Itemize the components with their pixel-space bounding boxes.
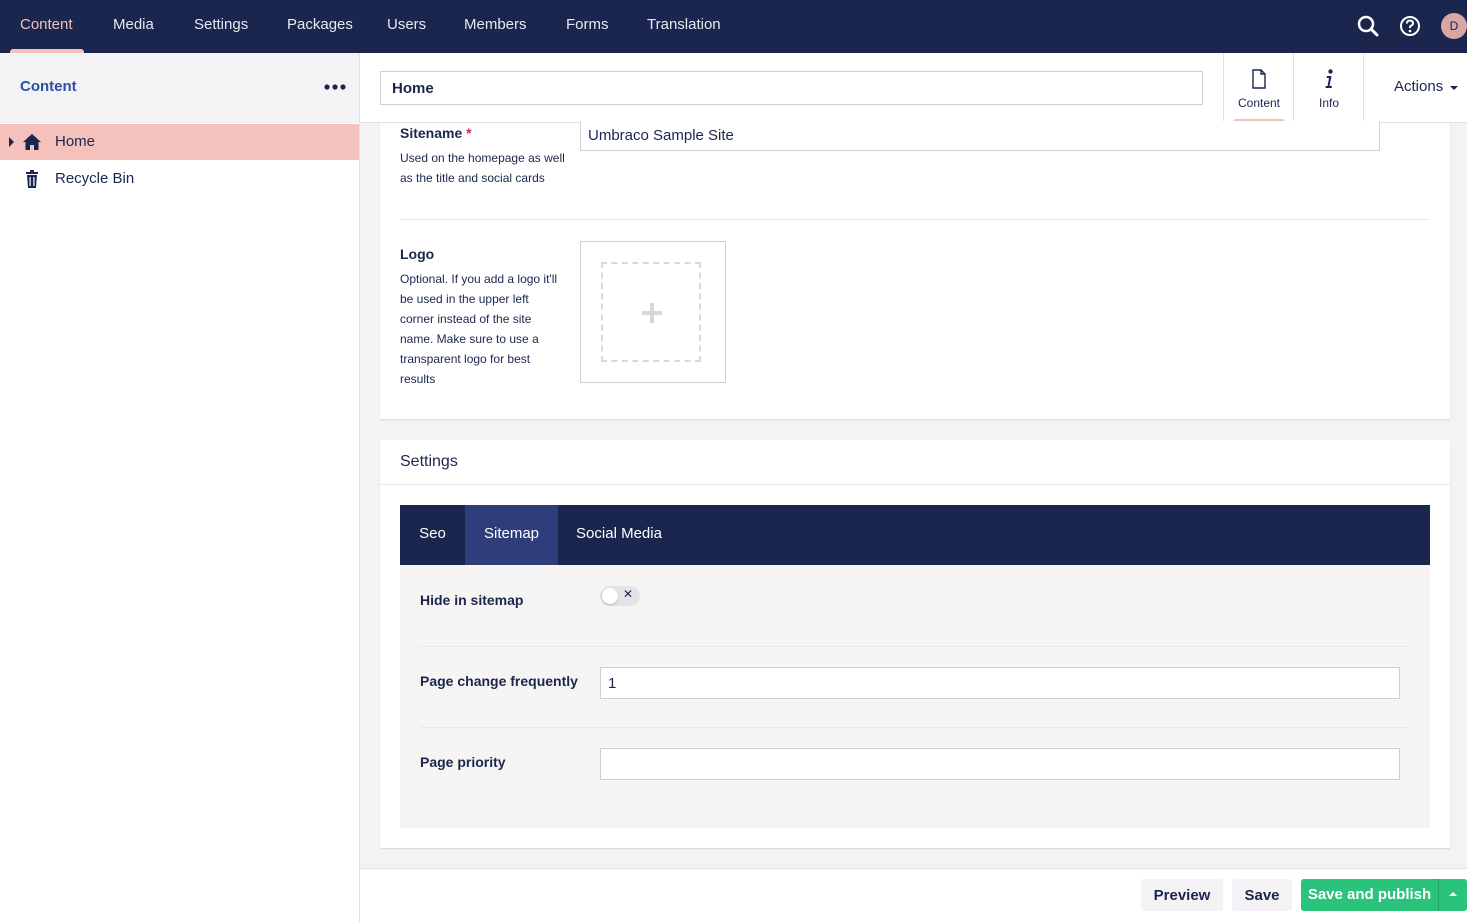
tree-item-recycle-bin[interactable]: Recycle Bin: [0, 161, 359, 197]
sitename-input[interactable]: [580, 121, 1380, 151]
save-button[interactable]: Save: [1232, 879, 1292, 911]
page-change-frequently-label: Page change frequently: [420, 673, 578, 689]
page-priority-label: Page priority: [420, 754, 506, 770]
actions-label: Actions: [1394, 78, 1444, 95]
tab-social-media[interactable]: Social Media: [558, 505, 680, 565]
app-tab-label: Info: [1318, 96, 1339, 110]
page-change-frequently-input[interactable]: [600, 667, 1400, 699]
settings-title: Settings: [400, 453, 458, 470]
property-divider: [420, 727, 1410, 728]
tab-seo[interactable]: Seo: [400, 505, 465, 565]
tree-item-label: Recycle Bin: [55, 170, 135, 187]
app-tab-content[interactable]: Content: [1223, 53, 1293, 123]
required-mark: *: [466, 125, 472, 141]
top-navigation: Content Media Settings Packages Users Me…: [0, 0, 1467, 53]
nav-item-packages[interactable]: Packages: [287, 0, 353, 53]
user-avatar[interactable]: D: [1441, 13, 1467, 39]
content-panel: Sitename * Used on the homepage as well …: [380, 121, 1450, 419]
property-divider: [420, 646, 1410, 647]
caret-down-icon: [1450, 86, 1458, 90]
actions-dropdown[interactable]: Actions: [1363, 53, 1467, 123]
home-icon: [23, 134, 41, 150]
search-icon[interactable]: [1355, 13, 1381, 39]
publish-options-button[interactable]: [1438, 879, 1467, 911]
tree-item-home[interactable]: Home: [0, 124, 359, 160]
hide-in-sitemap-label: Hide in sitemap: [420, 592, 524, 608]
document-icon: [1252, 69, 1266, 89]
app-tab-label: Content: [1237, 96, 1281, 110]
sitemap-tab-content: Hide in sitemap ✕ Page change frequently…: [400, 565, 1430, 828]
nav-item-settings[interactable]: Settings: [194, 0, 248, 53]
panel-divider: [380, 484, 1450, 485]
sitename-description: Used on the homepage as well as the titl…: [400, 151, 565, 185]
hide-in-sitemap-toggle[interactable]: ✕: [600, 586, 640, 606]
trash-icon: [26, 170, 38, 188]
save-and-publish-button[interactable]: Save and publish: [1301, 879, 1438, 911]
caret-up-icon: [1449, 892, 1457, 896]
settings-tabs: Seo Sitemap Social Media: [400, 505, 1430, 565]
logo-label: Logo: [400, 246, 435, 262]
node-name-input[interactable]: [380, 71, 1203, 105]
close-icon: ✕: [623, 587, 634, 601]
tree-item-label: Home: [55, 133, 96, 150]
editor-header: Content Info Actions: [360, 53, 1467, 123]
app-tab-info[interactable]: Info: [1293, 53, 1363, 123]
nav-item-translation[interactable]: Translation: [647, 0, 721, 53]
logo-media-picker[interactable]: [580, 241, 726, 383]
more-dots-icon[interactable]: [322, 79, 348, 95]
tab-sitemap[interactable]: Sitemap: [465, 505, 558, 565]
nav-item-users[interactable]: Users: [387, 0, 426, 53]
nav-item-forms[interactable]: Forms: [566, 0, 609, 53]
nav-item-members[interactable]: Members: [464, 0, 527, 53]
help-icon[interactable]: [1397, 13, 1423, 39]
nav-item-media[interactable]: Media: [113, 0, 154, 53]
sidebar: Content Home Recycle Bin: [0, 53, 360, 922]
editor-footer: Preview Save Save and publish: [360, 868, 1467, 922]
sidebar-title[interactable]: Content: [20, 78, 77, 95]
info-icon: [1325, 69, 1333, 88]
media-picker-dropzone[interactable]: [601, 262, 701, 362]
toggle-knob: [602, 588, 618, 604]
logo-description: Optional. If you add a logo it'll be use…: [400, 272, 558, 386]
settings-panel: Settings Seo Sitemap Social Media Hide i…: [380, 440, 1450, 848]
sidebar-header: Content: [0, 53, 359, 123]
sitename-label: Sitename *: [400, 125, 472, 141]
preview-button[interactable]: Preview: [1141, 879, 1223, 911]
nav-item-content[interactable]: Content: [20, 0, 73, 53]
expand-caret-icon[interactable]: [9, 137, 14, 147]
page-priority-input[interactable]: [600, 748, 1400, 780]
property-divider: [400, 219, 1430, 220]
